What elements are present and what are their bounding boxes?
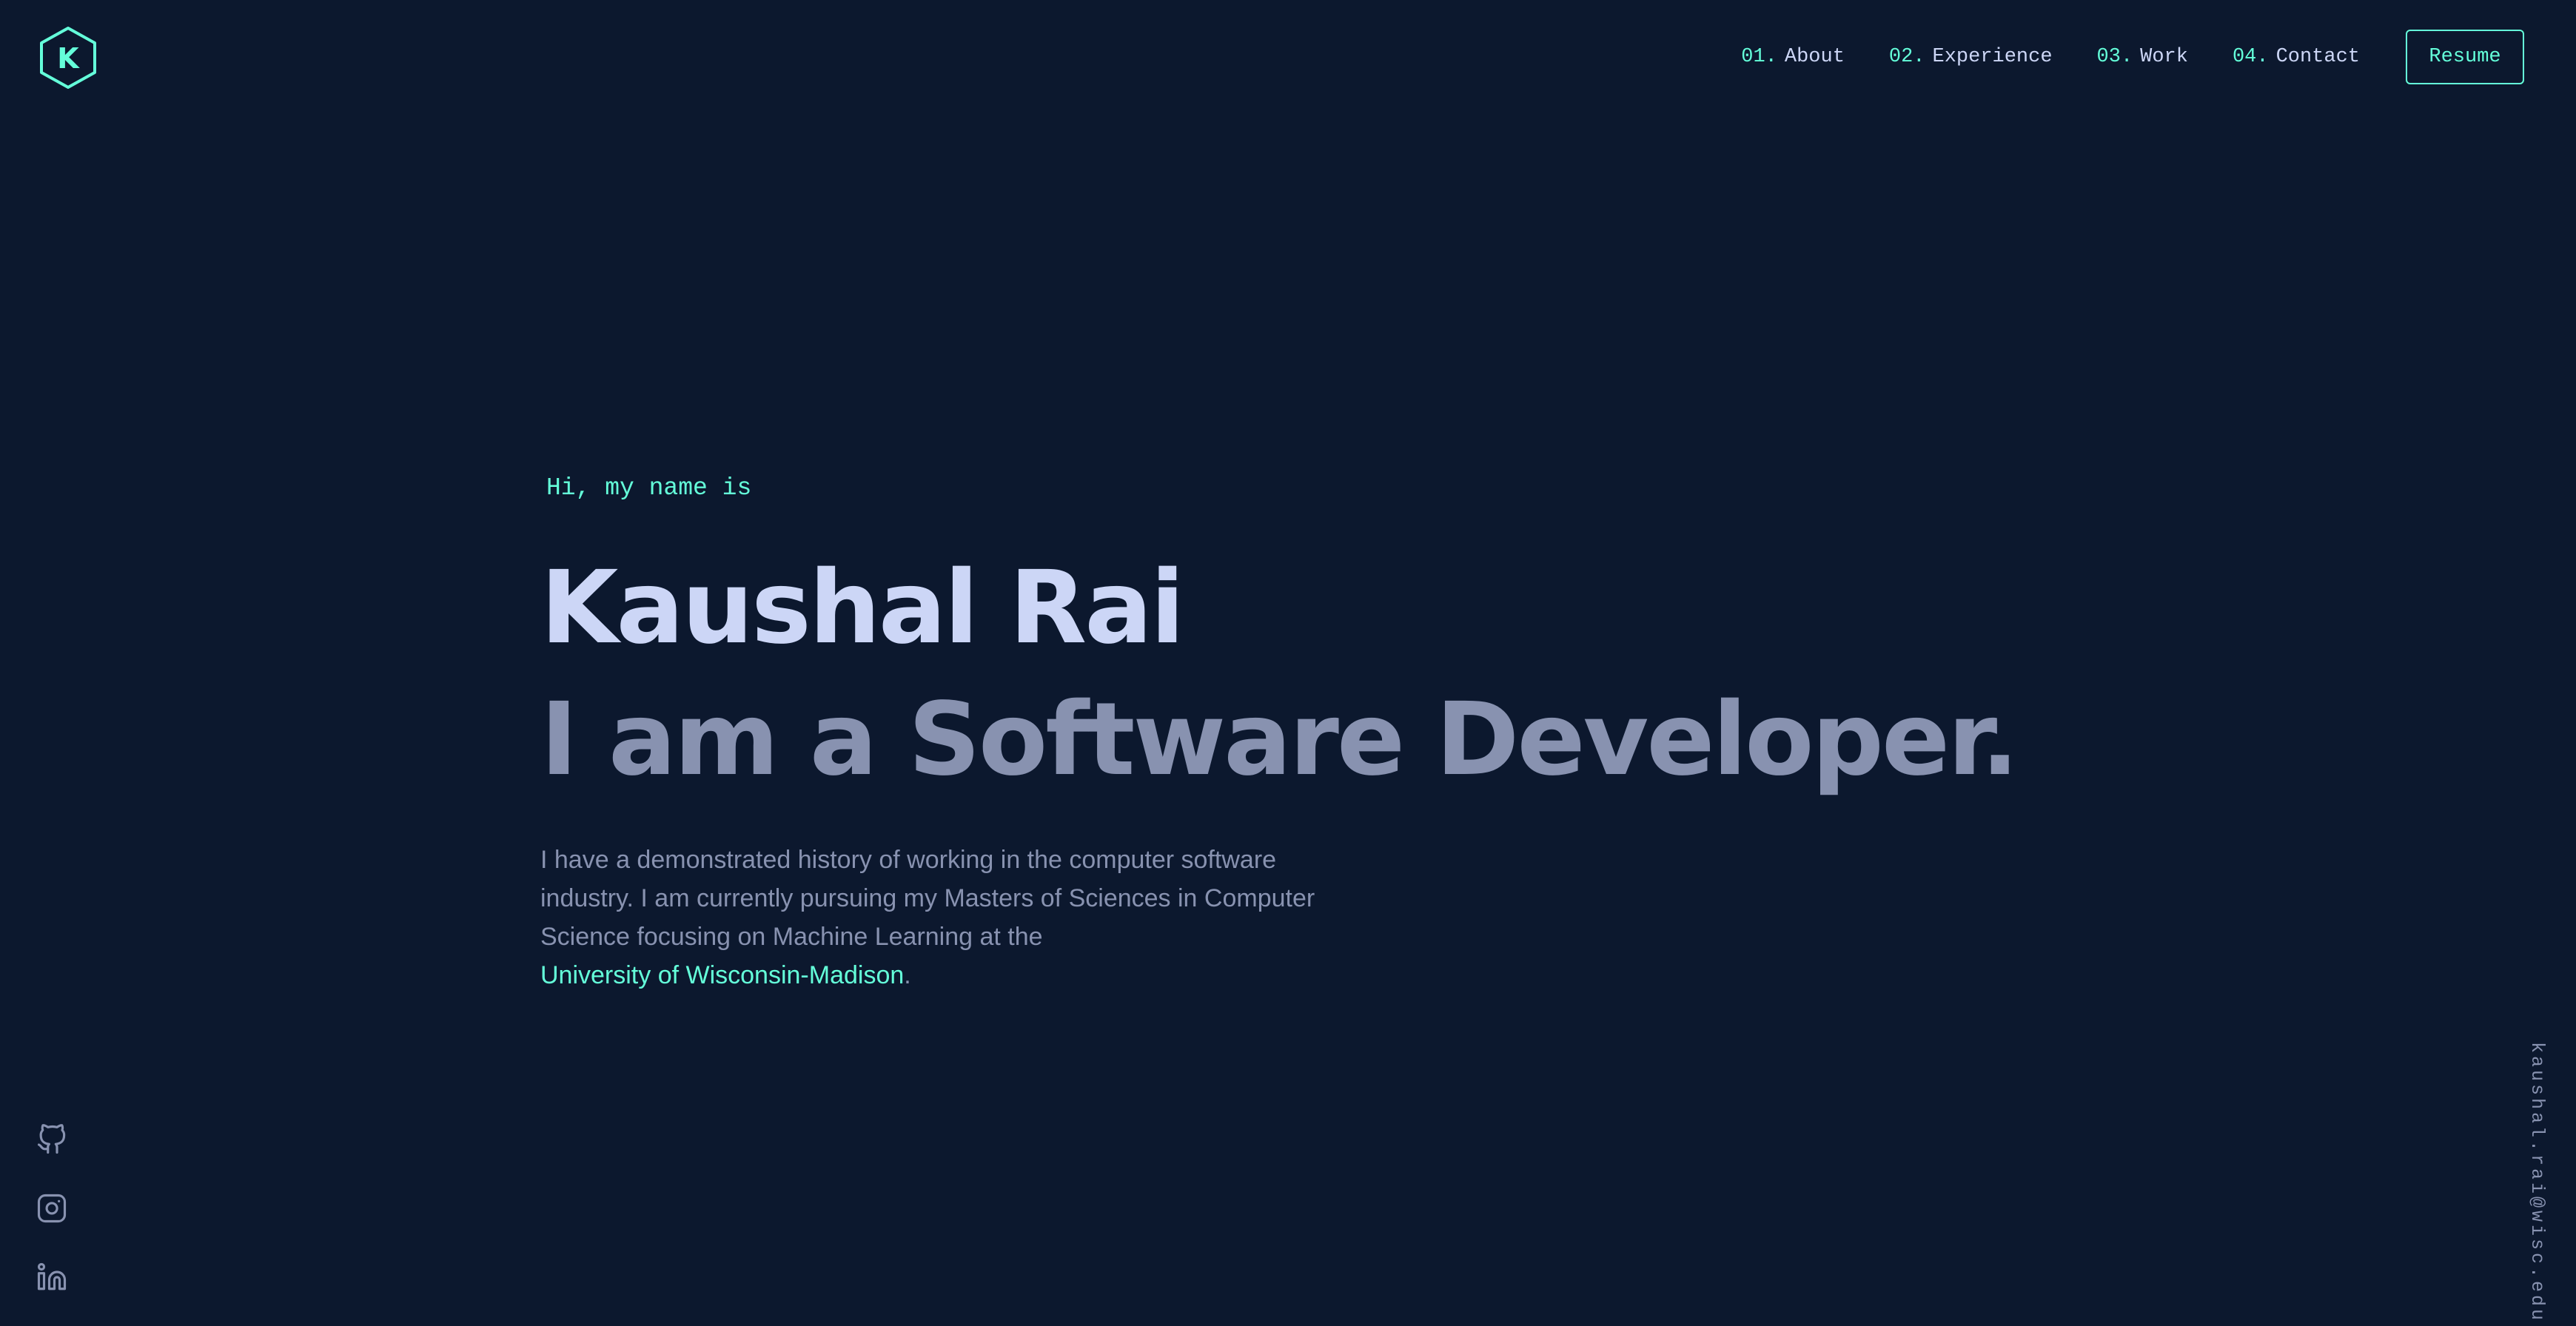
university-link[interactable]: University of Wisconsin-Madison [540,961,904,989]
hero-description: I have a demonstrated history of working… [540,841,1355,994]
nav-label: Contact [2275,46,2360,68]
logo-link[interactable]: K [37,25,99,90]
github-icon [37,1124,66,1154]
instagram-link[interactable] [34,1191,70,1226]
instagram-icon [37,1194,67,1223]
github-link[interactable] [34,1122,70,1157]
social-links [34,1122,70,1326]
nav-label: Experience [1932,46,2053,68]
nav-number: 04. [2232,46,2269,68]
hero-section: Hi, my name is Kaushal Rai I am a Softwa… [540,466,2169,1020]
email-link[interactable]: kaushal.rai@wisc.edu [2526,1042,2548,1323]
hero-role: I am a Software Developer. [540,681,2019,798]
nav-item-about[interactable]: 01. About [1741,46,1845,68]
hero-description-text: I have a demonstrated history of working… [540,846,1315,951]
main-nav: 01. About 02. Experience 03. Work 04. Contac… [1741,28,2524,86]
resume-button[interactable]: Resume [2406,30,2524,84]
nav-item-experience[interactable]: 02. Experience [1889,46,2053,68]
nav-item-contact[interactable]: 04. Contact [2233,46,2360,68]
nav-number: 01. [1741,46,1777,68]
nav-label: About [1784,46,1845,68]
nav-item-work[interactable]: 03. Work [2097,46,2188,68]
linkedin-link[interactable] [34,1259,70,1295]
linkedin-icon [37,1262,67,1290]
hero-name: Kaushal Rai [540,550,1185,667]
hero-greeting: Hi, my name is [546,474,752,502]
hero-description-suffix: . [904,961,911,989]
nav-number: 03. [2096,46,2133,68]
hexagon-logo-icon: K [40,27,96,89]
nav-number: 02. [1888,46,1925,68]
nav-label: Work [2140,46,2188,68]
logo-letter: K [57,42,80,75]
